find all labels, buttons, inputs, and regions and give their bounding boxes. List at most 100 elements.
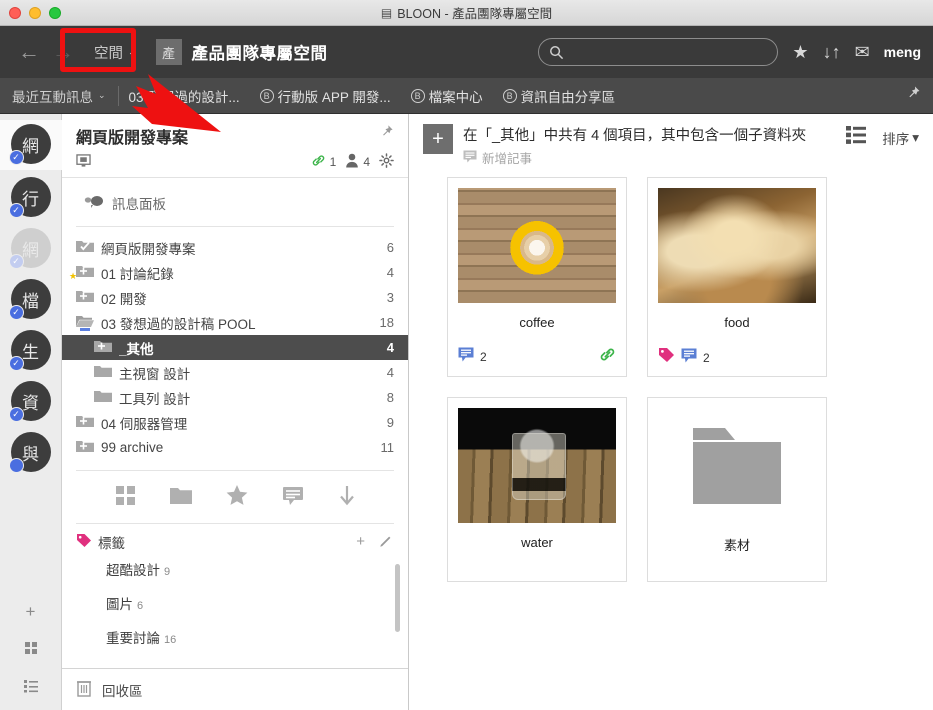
card-item[interactable]: coffee 2 (447, 177, 627, 377)
card-thumbnail (458, 408, 616, 523)
collapse-icon[interactable]: ▬ (80, 323, 90, 334)
link-count: 1 (329, 155, 337, 169)
space-selector[interactable]: 空間 ⌄ (86, 38, 144, 67)
rail-item-5[interactable]: 資 ✓ (8, 381, 51, 422)
pin-icon[interactable] (905, 85, 921, 106)
rail-item-0[interactable]: 網 ✓ (0, 120, 62, 170)
add-note-action[interactable]: 新增記事 (463, 148, 836, 167)
folder-plus-icon (76, 414, 94, 431)
user-menu[interactable]: meng (884, 44, 921, 60)
project-meta: 1 4 (76, 153, 394, 171)
comment-icon[interactable] (458, 347, 474, 367)
tree-row[interactable]: 主視窗 設計 4 (62, 360, 408, 385)
window-title: ▤ BLOON - 產品團隊專屬空間 (0, 3, 933, 22)
tree-row-selected[interactable]: _其他 4 (62, 335, 408, 360)
space-avatar-4: 生 ✓ (8, 330, 51, 371)
app-icon: ▤ (380, 5, 393, 20)
tab-item-0[interactable]: 03 發想過的設計... (119, 86, 250, 106)
tag-item[interactable]: 重要討論 16 (76, 620, 394, 654)
list-view-icon[interactable] (846, 126, 867, 149)
star-icon[interactable]: ★ (792, 43, 808, 61)
back-icon[interactable]: ← (12, 41, 46, 63)
rail-item-6[interactable]: 與 (8, 432, 51, 473)
grid-view-icon[interactable] (115, 485, 136, 511)
message-panel-item[interactable]: 訊息面板 (62, 186, 408, 220)
comment-icon (84, 195, 104, 212)
tree-row[interactable]: ★ 01 討論紀錄 4 (62, 260, 408, 285)
person-icon (345, 153, 359, 171)
star-icon: ★ (69, 271, 78, 281)
project-title: 網頁版開發專案 (76, 130, 189, 147)
window-titlebar: ▤ BLOON - 產品團隊專屬空間 (0, 0, 933, 26)
edit-tag-icon[interactable] (379, 533, 394, 552)
content-header-texts: 在「_其他」中共有 4 個項目，其中包含一個子資料夾 新增記事 (463, 124, 836, 167)
tag-count: 6 (137, 600, 144, 612)
sort-label: 排序 (882, 131, 910, 147)
tab-bar: 最近互動訊息 ⌄ 03 發想過的設計... B 行動版 APP 開發... B … (0, 78, 933, 114)
add-item-button[interactable]: + (423, 124, 453, 154)
space-title: 產品團隊專屬空間 (191, 45, 328, 63)
card-title: water (521, 535, 553, 550)
tab-label: 03 發想過的設計... (128, 89, 240, 105)
grid-icon[interactable] (23, 640, 39, 659)
comment-count: 2 (480, 350, 487, 364)
folder-icon[interactable] (169, 486, 192, 510)
link-icon[interactable] (599, 346, 616, 368)
tree-row[interactable]: 99 archive 11 (62, 435, 408, 460)
search-input[interactable] (570, 45, 768, 59)
tree-row[interactable]: 02 開發 3 (62, 285, 408, 310)
check-badge-icon: ✓ (8, 203, 24, 218)
card-item[interactable]: water (447, 397, 627, 582)
rail-item-4[interactable]: 生 ✓ (8, 330, 51, 371)
tree-row[interactable]: ▬ 03 發想過的設計稿 POOL 18 (62, 310, 408, 335)
download-icon[interactable] (338, 485, 356, 511)
rail-item-2[interactable]: 網 ✓ (8, 228, 51, 269)
recent-messages-label: 最近互動訊息 (12, 89, 93, 105)
forward-icon[interactable]: → (46, 41, 80, 63)
add-tag-icon[interactable]: + (356, 533, 365, 552)
tree-row[interactable]: 04 伺服器管理 9 (62, 410, 408, 435)
tag-icon (76, 533, 92, 551)
gear-icon[interactable] (379, 153, 394, 171)
sort-dropdown[interactable]: 排序 ▾ (882, 128, 919, 148)
comment-icon[interactable] (282, 486, 304, 511)
search-box[interactable] (538, 38, 779, 66)
card-item[interactable]: food 2 (647, 177, 827, 377)
recent-messages-dropdown[interactable]: 最近互動訊息 ⌄ (12, 86, 118, 106)
plus-icon[interactable]: + (26, 603, 36, 620)
content-area: + 在「_其他」中共有 4 個項目，其中包含一個子資料夾 新增記事 排序 ▾ c… (409, 114, 933, 710)
check-badge-icon: ✓ (8, 407, 24, 422)
note-icon (463, 150, 477, 166)
chevron-down-icon: ⌄ (98, 90, 106, 100)
tab-item-2[interactable]: B 檔案中心 (401, 86, 493, 106)
tree-row-count: 4 (386, 365, 394, 380)
card-title: food (724, 315, 750, 330)
card-item-folder[interactable]: 素材 (647, 397, 827, 582)
tab-item-1[interactable]: B 行動版 APP 開發... (250, 86, 401, 106)
mail-icon[interactable]: ✉ (855, 43, 870, 61)
tags-scrollbar[interactable] (395, 564, 400, 632)
sort-arrows-icon[interactable]: ↓↑ (823, 43, 841, 61)
tree-row[interactable]: 工具列 設計 8 (62, 385, 408, 410)
card-title: coffee (519, 315, 555, 330)
check-badge-icon: ✓ (8, 305, 24, 320)
pin-icon[interactable] (379, 124, 394, 143)
rail-item-1[interactable]: 行 ✓ (8, 177, 51, 218)
tab-item-3[interactable]: B 資訊自由分享區 (493, 86, 626, 106)
chevron-down-icon: ▾ (912, 129, 919, 145)
avatar-label: 行 (22, 189, 39, 209)
folder-icon (693, 427, 781, 504)
tag-item[interactable]: 超酷設計 9 (76, 552, 394, 586)
list-icon[interactable] (23, 679, 39, 696)
comment-icon[interactable] (681, 348, 697, 368)
tree-scroll-area[interactable]: 訊息面板 網頁版開發專案 6 ★ 01 討論紀錄 4 02 開發 3 ▬ 03 … (62, 178, 408, 668)
window-title-text: BLOON - 產品團隊專屬空間 (397, 7, 553, 21)
rail-item-3[interactable]: 檔 ✓ (8, 279, 51, 320)
star-icon[interactable] (226, 485, 248, 511)
tag-item[interactable]: 圖片 6 (76, 586, 394, 620)
monitor-icon[interactable] (76, 153, 91, 171)
tag-icon[interactable] (658, 347, 675, 368)
card-thumbnail (658, 408, 816, 523)
trash-item[interactable]: 回收區 (62, 668, 408, 710)
tree-row[interactable]: 網頁版開發專案 6 (62, 235, 408, 260)
